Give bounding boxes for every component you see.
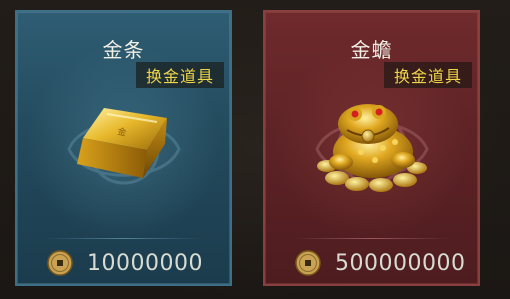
price-row: 10000000 bbox=[47, 248, 203, 278]
shop-item-card-golden-toad[interactable]: 金蟾 换金道具 500000000 bbox=[263, 10, 480, 286]
copper-coin-icon bbox=[47, 250, 73, 276]
divider bbox=[45, 238, 202, 239]
gold-bar-icon: 金 bbox=[76, 108, 167, 178]
exchange-badge: 换金道具 bbox=[135, 62, 224, 88]
price-row: 500000000 bbox=[295, 248, 465, 278]
exchange-badge: 换金道具 bbox=[383, 62, 472, 88]
item-name: 金蟾 bbox=[350, 38, 393, 62]
golden-toad-icon bbox=[316, 104, 427, 192]
copper-coin-icon bbox=[295, 250, 321, 276]
shop-item-card-gold-bar[interactable]: 金条 换金道具 金 10000000 bbox=[15, 10, 232, 286]
divider bbox=[293, 238, 450, 239]
price-value: 10000000 bbox=[87, 250, 203, 276]
price-value: 500000000 bbox=[335, 250, 466, 276]
item-name: 金条 bbox=[102, 38, 145, 62]
